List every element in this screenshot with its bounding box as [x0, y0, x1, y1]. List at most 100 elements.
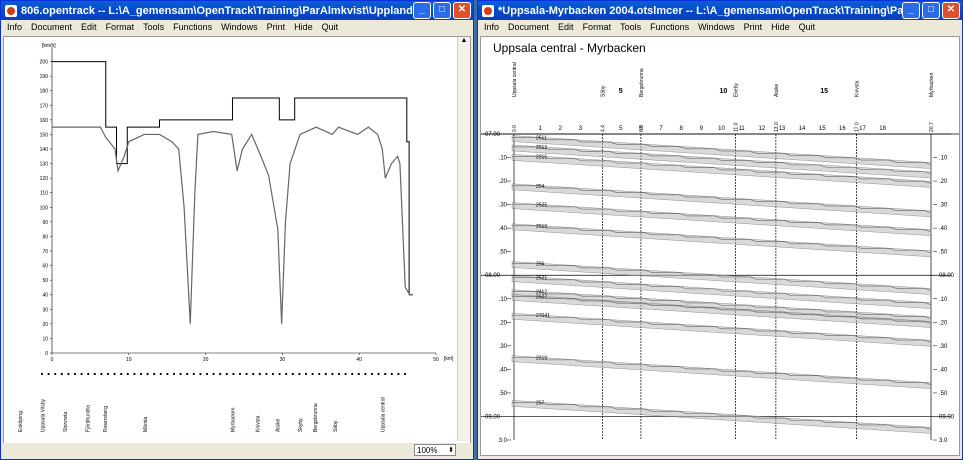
signal-marker [73, 372, 77, 376]
station-km: 0.0 [512, 125, 518, 132]
signal-marker [67, 372, 70, 376]
station-name: Ekeby [734, 83, 740, 97]
menu-hide[interactable]: Hide [290, 22, 318, 32]
train-number: 2527 [536, 294, 547, 300]
minimize-button[interactable]: _ [413, 2, 431, 19]
menu-print[interactable]: Print [263, 22, 291, 32]
maximize-button[interactable]: □ [922, 2, 940, 19]
menu-document[interactable]: Document [504, 22, 554, 32]
y-tick-label: 140 [40, 147, 49, 153]
menu-quit[interactable]: Quit [795, 22, 821, 32]
time-label-left: .10 [499, 156, 508, 162]
signal-marker [225, 372, 228, 376]
vertical-scrollbar[interactable]: ▲ [457, 37, 470, 441]
y-tick-label: 120 [40, 176, 49, 182]
maximize-button[interactable]: □ [433, 2, 451, 19]
station-name: Uppsala central [512, 62, 518, 97]
signal-marker [271, 372, 275, 376]
close-button[interactable]: ✕ [453, 2, 471, 19]
signal-marker [153, 372, 156, 376]
menu-functions[interactable]: Functions [169, 22, 217, 32]
time-label-right: .30 [939, 344, 948, 350]
menu-windows[interactable]: Windows [217, 22, 263, 32]
train-number: 27041 [536, 313, 550, 319]
menu-format[interactable]: Format [579, 22, 617, 32]
station-name: Myrbacken [929, 72, 935, 97]
signal-marker [120, 372, 123, 376]
km-tick-label: 12 [758, 126, 765, 132]
close-button[interactable]: ✕ [942, 2, 960, 19]
menu-format[interactable]: Format [102, 22, 140, 32]
menu-edit[interactable]: Edit [554, 22, 579, 32]
menu-tools[interactable]: Tools [139, 22, 169, 32]
time-label-right: .50 [939, 391, 948, 397]
menu-bar: Info Document Edit Format Tools Function… [1, 20, 473, 34]
y-tick-label: 150 [40, 132, 49, 138]
station-label: Alsike [276, 418, 282, 432]
station-name: Bergsbrunna [639, 68, 645, 97]
menu-functions[interactable]: Functions [646, 22, 694, 32]
signal-marker [113, 372, 116, 376]
y-tick-label: 170 [40, 103, 49, 109]
chart-title: Uppsala central - Myrbacken [493, 41, 646, 55]
signal-marker [80, 372, 83, 376]
station-km: 20.7 [929, 122, 935, 132]
signal-marker [364, 372, 367, 376]
signal-marker [192, 372, 195, 376]
minimize-button[interactable]: _ [902, 2, 920, 19]
signal-marker [126, 372, 129, 376]
y-tick-label: 50 [42, 278, 48, 284]
signal-marker [54, 372, 57, 376]
signal-marker [377, 372, 380, 376]
time-label-right: .40 [939, 226, 948, 232]
scroll-up-icon[interactable]: ▲ [458, 37, 470, 48]
signal-marker [133, 372, 136, 376]
train-number: 2525 [536, 203, 547, 209]
y-tick-label: 60 [42, 264, 48, 270]
time-label-left: 08.00 [485, 273, 501, 279]
y-tick-label: 80 [42, 234, 48, 240]
signal-marker [93, 372, 96, 376]
train-number: 254 [536, 184, 545, 190]
menu-info[interactable]: Info [3, 22, 27, 32]
menu-windows[interactable]: Windows [694, 22, 740, 32]
zoom-select[interactable]: 100% ⬍ [414, 444, 456, 456]
y-tick-label: 20 [42, 322, 48, 328]
station-label: Myrbacken [231, 407, 237, 432]
station-label: Knivsta [256, 415, 262, 432]
signal-marker [166, 372, 169, 376]
menu-print[interactable]: Print [740, 22, 768, 32]
menu-edit[interactable]: Edit [77, 22, 102, 32]
menu-tools[interactable]: Tools [616, 22, 646, 32]
train-number: 2219 [536, 356, 547, 362]
time-label-left: .40 [499, 226, 508, 232]
time-label-right: 09.00 [939, 414, 955, 420]
signal-marker [87, 372, 90, 376]
signal-marker [331, 372, 334, 376]
window-title: *Uppsala-Myrbacken 2004.otslmcer -- L:\A… [498, 4, 902, 17]
signal-marker [219, 372, 222, 376]
time-label-left: .40 [499, 367, 508, 373]
y-tick-label: 100 [40, 205, 49, 211]
y-tick-label: 180 [40, 89, 49, 95]
km-tick-label: 9 [700, 126, 704, 132]
signal-marker [245, 372, 248, 376]
train-number: 2215 [536, 154, 547, 160]
app-icon [482, 4, 494, 17]
time-label-left: .50 [499, 250, 508, 256]
y-tick-label: 70 [42, 249, 48, 255]
menu-quit[interactable]: Quit [318, 22, 344, 32]
title-bar[interactable]: 806.opentrack -- L:\A_gemensam\OpenTrack… [1, 1, 473, 20]
title-bar[interactable]: *Uppsala-Myrbacken 2004.otslmcer -- L:\A… [478, 1, 962, 20]
zoom-value: 100% [417, 446, 438, 455]
time-label-right: 08.00 [939, 273, 955, 279]
chart-area: 0 10 20 30 40 50 60 70 80 90 100 110 120 130 140 150 160… [3, 36, 471, 456]
menu-document[interactable]: Document [27, 22, 77, 32]
menu-info[interactable]: Info [480, 22, 504, 32]
signal-marker [265, 372, 268, 376]
menu-hide[interactable]: Hide [767, 22, 795, 32]
chevron-down-icon: ⬍ [448, 447, 454, 454]
signal-marker [318, 372, 321, 376]
km-tick-label: 2 [559, 126, 563, 132]
window-title: 806.opentrack -- L:\A_gemensam\OpenTrack… [21, 4, 413, 17]
